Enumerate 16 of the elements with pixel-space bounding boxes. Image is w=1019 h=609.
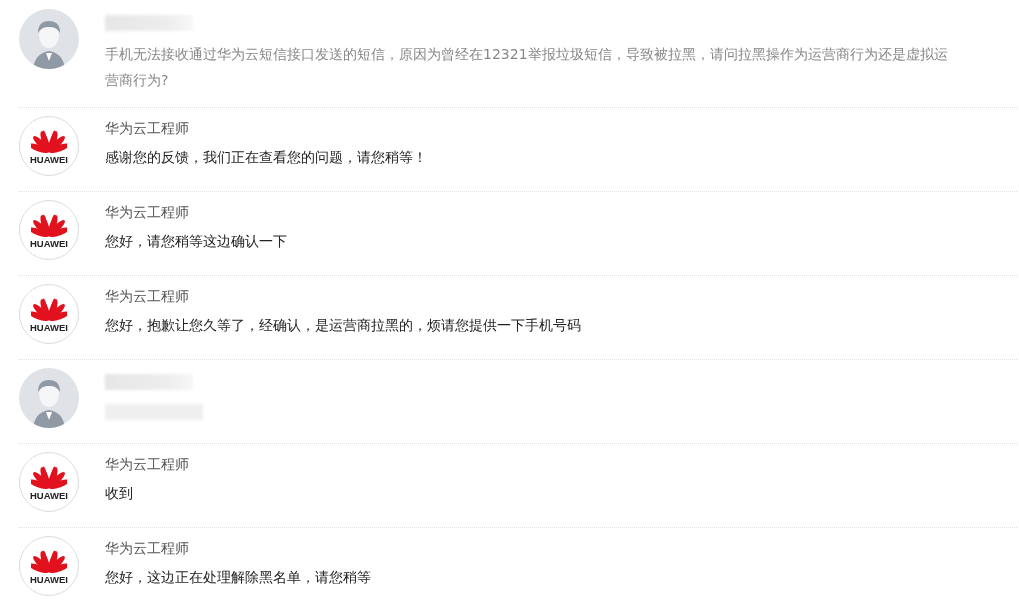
sender-name: 华为云工程师 [105, 203, 190, 222]
sender-name: 华为云工程师 [105, 455, 190, 474]
message-text: 您好，抱歉让您久等了，经确认，是运营商拉黑的，烦请您提供一下手机号码 [105, 316, 582, 335]
sender-name: 华为云工程师 [105, 287, 190, 306]
logo-text: HUAWEI [30, 322, 68, 333]
sender-name: 华为云工程师 [105, 119, 190, 138]
sender-name: 华为云工程师 [105, 539, 190, 558]
message-text: 手机无法接收通过华为云短信接口发送的短信，原因为曾经在12321举报垃圾短信，导致被拉黑，请问拉黑操作为运营商行为还是虚拟运营商行为? [105, 45, 949, 90]
message-text: 收到 [105, 484, 134, 503]
logo-text: HUAWEI [30, 154, 68, 165]
message-text: 感谢您的反馈，我们正在查看您的问题，请您稍等！ [105, 148, 428, 167]
message-text: 您好，请您稍等这边确认一下 [105, 232, 288, 251]
logo-text: HUAWEI [30, 490, 68, 501]
logo-text: HUAWEI [30, 238, 68, 249]
logo-text: HUAWEI [30, 574, 68, 585]
message-text: 您好，这边正在处理解除黑名单，请您稍等 [105, 568, 372, 587]
